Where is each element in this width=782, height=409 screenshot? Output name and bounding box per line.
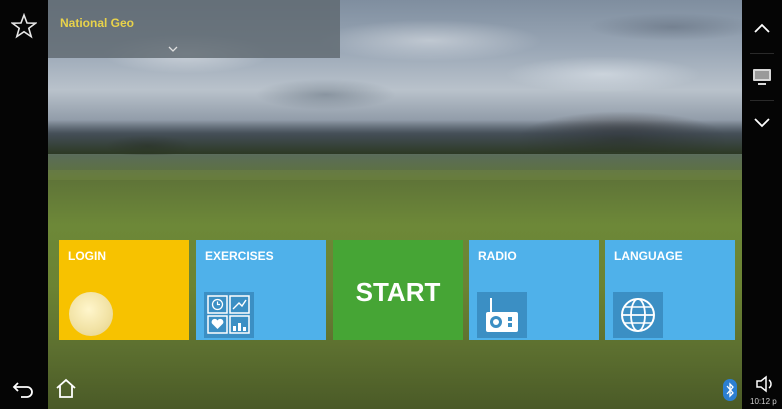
start-label: START — [355, 277, 441, 307]
exercises-tile[interactable]: EXERCISES — [196, 240, 326, 340]
bluetooth-icon[interactable] — [723, 379, 737, 401]
divider — [750, 53, 774, 54]
station-name: National Geo — [60, 16, 135, 30]
language-tile[interactable]: LANGUAGE — [605, 240, 735, 340]
divider — [750, 100, 774, 101]
right-sidebar — [742, 0, 782, 409]
clock: 10:12 p — [750, 397, 777, 406]
expand-chevron-icon[interactable] — [168, 44, 178, 54]
avatar — [69, 292, 113, 336]
volume-icon[interactable] — [755, 375, 775, 393]
exercises-label: EXERCISES — [205, 249, 274, 263]
star-icon[interactable] — [11, 13, 37, 39]
background-camera-view — [48, 0, 742, 409]
start-tile[interactable]: START — [333, 240, 463, 340]
left-sidebar — [0, 0, 48, 409]
radio-tile[interactable]: RADIO — [469, 240, 599, 340]
globe-icon — [613, 292, 663, 338]
chevron-up-icon[interactable] — [753, 22, 771, 34]
horizon — [48, 120, 742, 154]
language-label: LANGUAGE — [614, 249, 683, 263]
exercises-icon — [204, 292, 254, 338]
radio-label: RADIO — [478, 249, 517, 263]
login-label: LOGIN — [68, 249, 106, 263]
radio-icon — [477, 292, 527, 338]
back-icon[interactable] — [12, 379, 36, 399]
login-tile[interactable]: LOGIN — [59, 240, 189, 340]
field-path — [48, 170, 742, 180]
home-icon[interactable] — [55, 377, 77, 399]
monitor-icon[interactable] — [752, 67, 772, 87]
chevron-down-icon[interactable] — [753, 117, 771, 129]
